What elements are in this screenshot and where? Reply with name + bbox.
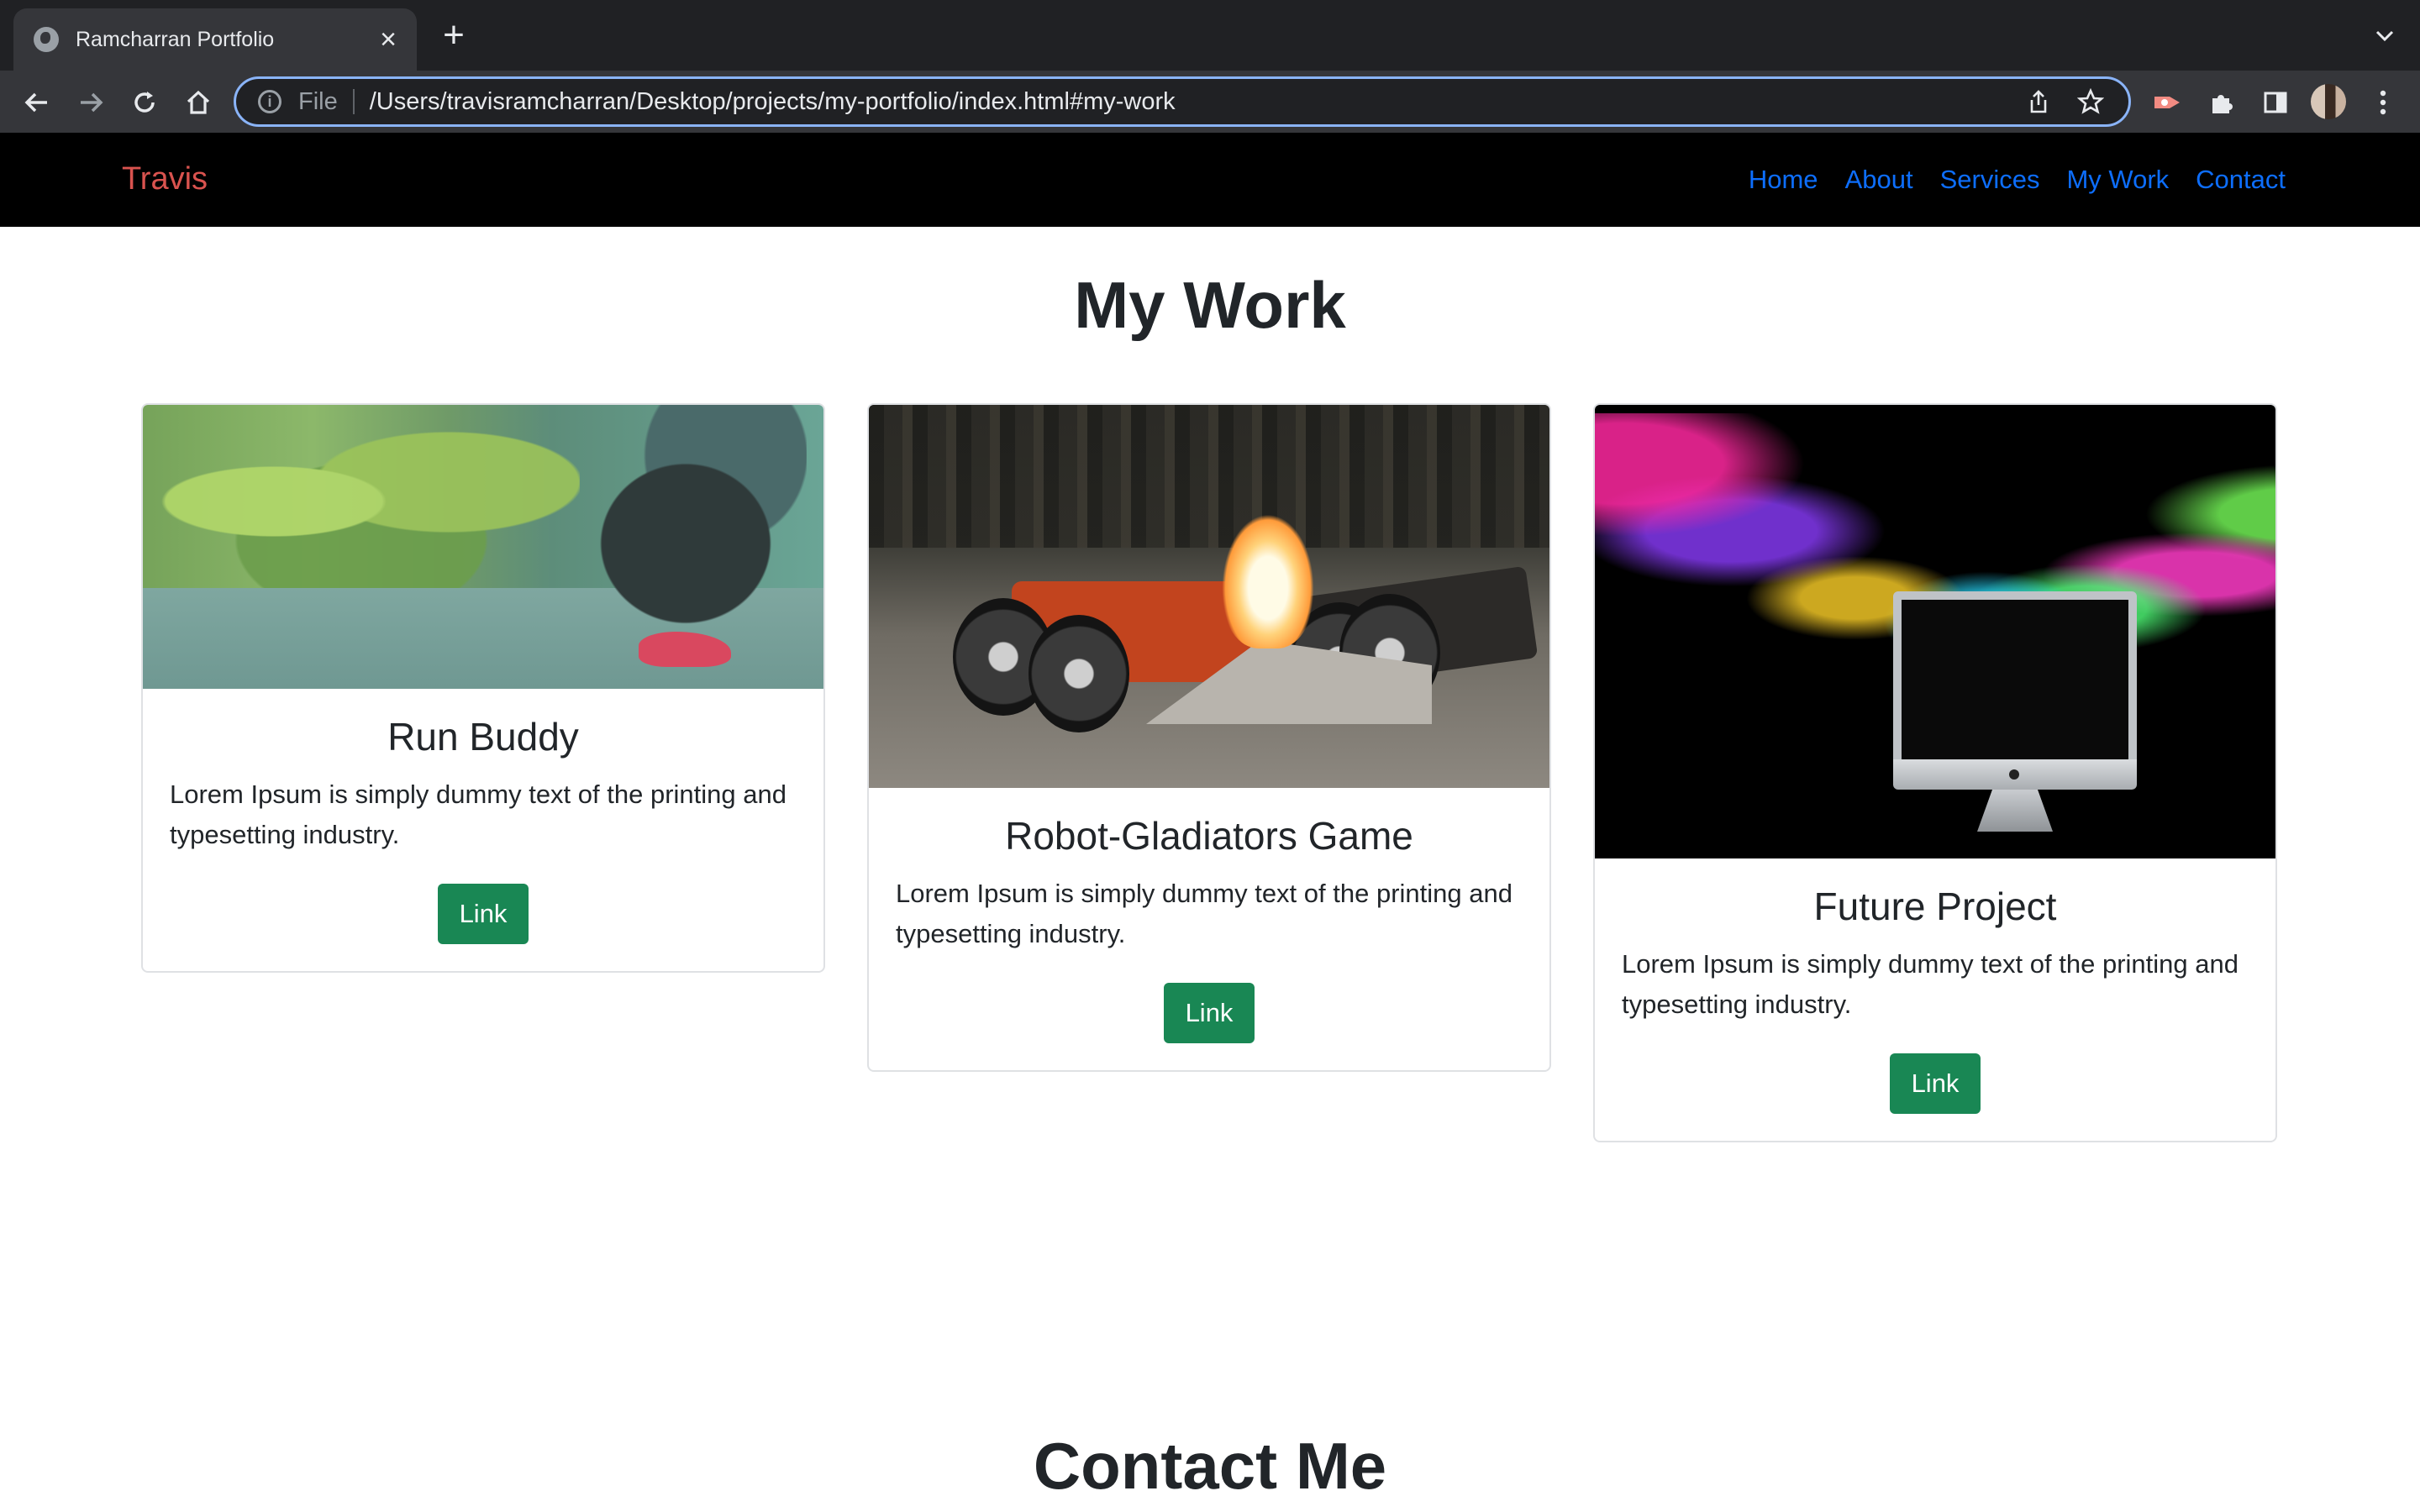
reload-icon[interactable] — [128, 86, 161, 119]
share-icon[interactable] — [2024, 87, 2053, 116]
nav-link-my-work[interactable]: My Work — [2066, 165, 2169, 195]
nav-links: Home About Services My Work Contact — [1749, 165, 2286, 195]
section-title-contact: Contact Me — [1033, 1429, 1387, 1503]
back-arrow-icon[interactable] — [20, 86, 54, 119]
address-scheme: File — [298, 87, 338, 115]
project-card-run-buddy: Run Buddy Lorem Ipsum is simply dummy te… — [141, 403, 825, 973]
card-text: Lorem Ipsum is simply dummy text of the … — [170, 780, 786, 849]
project-card-future-project: Future Project Lorem Ipsum is simply dum… — [1593, 403, 2277, 1142]
extension-icon[interactable] — [2151, 86, 2185, 119]
card-title: Robot-Gladiators Game — [1005, 814, 1413, 858]
home-icon[interactable] — [182, 86, 215, 119]
project-image-future-project — [1595, 405, 2275, 858]
nav-link-contact[interactable]: Contact — [2196, 165, 2286, 195]
side-panel-icon[interactable] — [2259, 86, 2292, 119]
card-title: Future Project — [1813, 885, 2057, 928]
more-menu-icon[interactable] — [2366, 86, 2400, 119]
profile-avatar[interactable] — [2311, 84, 2346, 119]
brand-link[interactable]: Travis — [122, 161, 208, 197]
site-navbar: Travis Home About Services My Work Conta… — [0, 133, 2420, 227]
nav-link-home[interactable]: Home — [1749, 165, 1818, 195]
card-text: Lorem Ipsum is simply dummy text of the … — [896, 879, 1512, 948]
nav-link-about[interactable]: About — [1845, 165, 1913, 195]
project-image-robot-gladiators — [869, 405, 1549, 788]
info-icon[interactable]: i — [258, 90, 281, 113]
card-link-button[interactable]: Link — [1889, 1053, 1981, 1114]
tab-close-icon[interactable]: × — [380, 25, 397, 54]
tab-title: Ramcharran Portfolio — [76, 27, 275, 51]
card-title: Run Buddy — [387, 715, 579, 759]
card-link-button[interactable]: Link — [437, 884, 529, 944]
browser-toolbar: i File /Users/travisramcharran/Desktop/p… — [0, 71, 2420, 133]
star-icon[interactable] — [2076, 87, 2105, 116]
card-link-button[interactable]: Link — [1163, 983, 1255, 1043]
project-card-robot-gladiators: Robot-Gladiators Game Lorem Ipsum is sim… — [867, 403, 1551, 1072]
browser-tab-bar: Ramcharran Portfolio × + — [0, 0, 2420, 71]
forward-arrow-icon[interactable] — [74, 86, 108, 119]
address-url[interactable]: /Users/travisramcharran/Desktop/projects… — [370, 88, 2024, 116]
browser-tab[interactable]: Ramcharran Portfolio × — [13, 8, 417, 71]
puzzle-icon[interactable] — [2205, 86, 2238, 119]
card-text: Lorem Ipsum is simply dummy text of the … — [1622, 949, 2238, 1019]
chevron-down-icon[interactable] — [2371, 22, 2398, 49]
address-bar[interactable]: i File /Users/travisramcharran/Desktop/p… — [234, 76, 2131, 127]
globe-icon — [34, 27, 59, 52]
section-title-my-work: My Work — [1074, 268, 1346, 342]
new-tab-button[interactable]: + — [437, 17, 471, 54]
nav-link-services[interactable]: Services — [1940, 165, 2040, 195]
address-separator — [352, 89, 355, 114]
project-image-run-buddy — [143, 405, 823, 689]
